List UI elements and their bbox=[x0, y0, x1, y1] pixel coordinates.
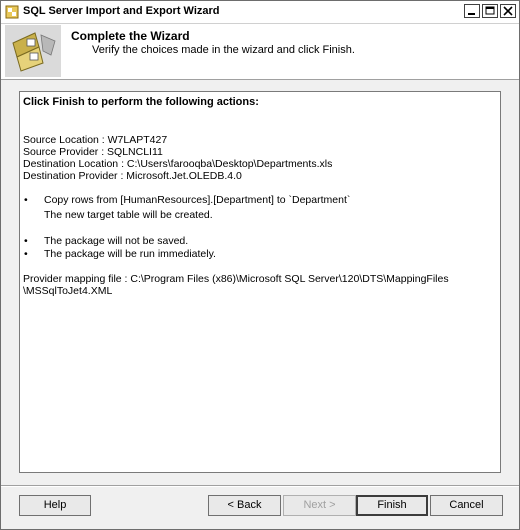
wizard-header: Complete the Wizard Verify the choices m… bbox=[1, 24, 519, 80]
close-button[interactable] bbox=[500, 4, 516, 18]
close-icon bbox=[503, 6, 513, 16]
source-location: Source Location : W7LAPT427 bbox=[23, 134, 168, 146]
action-run-text: The package will be run immediately. bbox=[44, 248, 216, 260]
maximize-icon bbox=[485, 6, 495, 15]
maximize-button[interactable] bbox=[482, 4, 498, 18]
action-copy-text: Copy rows from [HumanResources].[Departm… bbox=[44, 194, 351, 206]
finish-button[interactable]: Finish bbox=[356, 495, 428, 516]
action-not-saved: • The package will not be saved. bbox=[23, 235, 497, 248]
page-title: Complete the Wizard bbox=[71, 29, 190, 43]
minimize-icon bbox=[468, 13, 475, 15]
bullet-marker: • bbox=[24, 235, 28, 247]
summary-box[interactable]: Click Finish to perform the following ac… bbox=[19, 91, 501, 473]
destination-provider: Destination Provider : Microsoft.Jet.OLE… bbox=[23, 170, 242, 182]
bullet-marker: • bbox=[24, 248, 28, 260]
window-title: SQL Server Import and Export Wizard bbox=[23, 5, 220, 17]
action-run-immediately: • The package will be run immediately. bbox=[23, 248, 497, 261]
cancel-button[interactable]: Cancel bbox=[430, 495, 503, 516]
help-button[interactable]: Help bbox=[19, 495, 91, 516]
destination-location: Destination Location : C:\Users\farooqba… bbox=[23, 158, 333, 170]
wizard-banner-icon bbox=[5, 25, 61, 77]
mapping-file-line2: \MSSqlToJet4.XML bbox=[23, 285, 113, 297]
footer-separator bbox=[1, 485, 519, 487]
mapping-file-line1: Provider mapping file : C:\Program Files… bbox=[23, 273, 449, 285]
action-copy-rows: • Copy rows from [HumanResources].[Depar… bbox=[23, 194, 497, 207]
wizard-window: SQL Server Import and Export Wizard Comp… bbox=[0, 0, 520, 530]
action-not-saved-text: The package will not be saved. bbox=[44, 235, 189, 247]
action-copy-note: The new target table will be created. bbox=[44, 209, 213, 221]
page-subtitle: Verify the choices made in the wizard an… bbox=[92, 44, 355, 56]
title-bar[interactable]: SQL Server Import and Export Wizard bbox=[1, 1, 519, 24]
summary-heading: Click Finish to perform the following ac… bbox=[23, 96, 259, 108]
next-button[interactable]: Next > bbox=[283, 495, 356, 516]
source-provider: Source Provider : SQLNCLI11 bbox=[23, 146, 163, 158]
back-button[interactable]: < Back bbox=[208, 495, 281, 516]
app-icon bbox=[5, 5, 19, 19]
bullet-marker: • bbox=[24, 194, 28, 206]
minimize-button[interactable] bbox=[464, 4, 480, 18]
